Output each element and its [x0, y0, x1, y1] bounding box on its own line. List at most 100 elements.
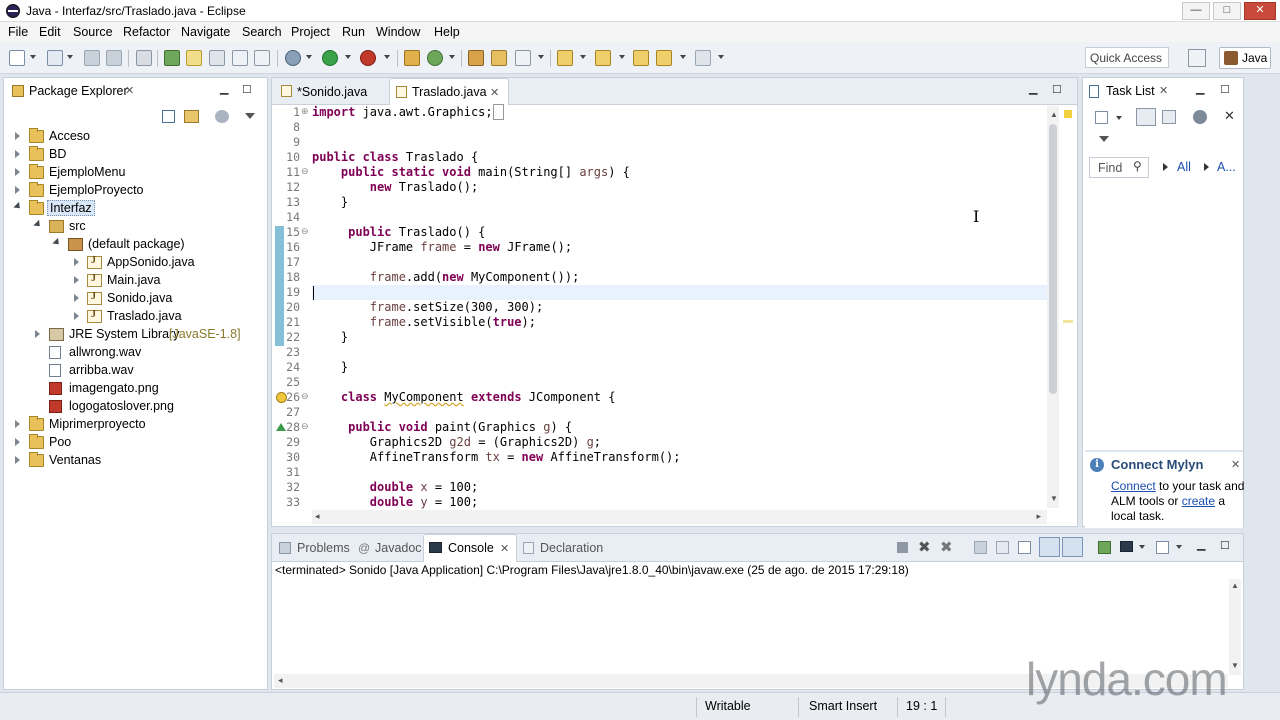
tree-item-arribba-wav[interactable]: arribba.wav	[4, 362, 264, 380]
close-icon[interactable]: ✕	[500, 542, 509, 555]
menu-edit[interactable]: Edit	[39, 25, 61, 39]
expand-icon[interactable]	[74, 294, 79, 302]
link-with-editor-icon[interactable]	[184, 110, 199, 123]
close-icon[interactable]: ✕	[1231, 458, 1240, 471]
terminate-icon[interactable]	[897, 542, 908, 553]
new-task-icon[interactable]	[1095, 111, 1108, 124]
tree-item-src[interactable]: src	[4, 218, 264, 236]
activate-task-link[interactable]: A...	[1217, 160, 1236, 174]
project-dropdown-icon[interactable]	[67, 55, 73, 59]
focus-workweek-icon[interactable]	[1193, 110, 1207, 124]
close-icon[interactable]: ✕	[1159, 84, 1168, 97]
minimize-view-icon[interactable]: ▁	[1197, 538, 1205, 551]
menu-search[interactable]: Search	[242, 25, 282, 39]
run-icon[interactable]	[322, 50, 338, 66]
menu-run[interactable]: Run	[342, 25, 365, 39]
java-perspective-button[interactable]: Java	[1219, 47, 1271, 69]
tree-item-poo[interactable]: Poo	[4, 434, 264, 452]
close-button[interactable]: ✕	[1244, 2, 1276, 20]
external-tools-icon[interactable]	[360, 50, 376, 66]
previous-annotation-dropdown-icon[interactable]	[619, 55, 625, 59]
menu-refactor[interactable]: Refactor	[123, 25, 170, 39]
word-wrap-icon[interactable]	[1018, 541, 1031, 554]
toggle-breakpoint-icon[interactable]	[136, 50, 152, 66]
maximize-view-icon[interactable]: ☐	[1220, 83, 1230, 96]
menu-source[interactable]: Source	[73, 25, 113, 39]
expand-icon[interactable]	[15, 132, 20, 140]
expand-icon[interactable]	[15, 420, 20, 428]
mark-occurrences-icon[interactable]	[186, 50, 202, 66]
open-task-icon[interactable]	[468, 50, 484, 66]
expand-icon[interactable]	[74, 312, 79, 320]
tab-traslado-java[interactable]: Traslado.java ✕	[389, 78, 509, 105]
tree-item-imagengato-png[interactable]: imagengato.png	[4, 380, 264, 398]
editor-vertical-scrollbar[interactable]: ▲ ▼	[1047, 106, 1059, 508]
tree-item-traslado[interactable]: Traslado.java	[4, 308, 264, 326]
last-edit-location-icon[interactable]	[633, 50, 649, 66]
package-explorer-tab-label[interactable]: Package Explorer	[29, 84, 128, 98]
open-perspective-icon[interactable]	[1188, 49, 1206, 67]
menu-file[interactable]: File	[8, 25, 28, 39]
display-console-dropdown-icon[interactable]	[1139, 545, 1145, 549]
forward-icon[interactable]	[695, 50, 711, 66]
tree-item-allwrong-wav[interactable]: allwrong.wav	[4, 344, 264, 362]
tab-declaration[interactable]: Declaration	[519, 536, 609, 560]
search-icon[interactable]: ⚲	[1133, 159, 1142, 173]
tree-item-ejemploproyecto[interactable]: EjemploProyecto	[4, 182, 264, 200]
quick-access-input[interactable]: Quick Access	[1085, 47, 1169, 68]
show-whitespace-icon[interactable]	[209, 50, 225, 66]
menu-project[interactable]: Project	[291, 25, 330, 39]
tree-item-ejemplomenu[interactable]: EjemploMenu	[4, 164, 264, 182]
tab-console[interactable]: Console ✕	[423, 534, 517, 562]
close-icon[interactable]: ✕	[490, 86, 499, 99]
block-selection-icon[interactable]	[232, 50, 248, 66]
collapse-icon[interactable]	[52, 237, 62, 248]
minimize-view-icon[interactable]: ▁	[1029, 82, 1037, 95]
open-folder-icon[interactable]	[491, 50, 507, 66]
pin-console-icon[interactable]	[1098, 541, 1111, 554]
scroll-up-icon[interactable]: ▲	[1050, 110, 1058, 119]
debug-dropdown-icon[interactable]	[306, 55, 312, 59]
tree-item-ventanas[interactable]: Ventanas	[4, 452, 264, 470]
display-selected-console-icon[interactable]	[1120, 541, 1133, 552]
collapse-all-icon[interactable]	[162, 110, 175, 123]
show-console-stderr-icon[interactable]	[1062, 537, 1083, 557]
remove-all-launches-icon[interactable]: ✖	[940, 538, 953, 556]
scroll-left-icon[interactable]: ◂	[278, 675, 283, 686]
next-annotation-dropdown-icon[interactable]	[580, 55, 586, 59]
new-java-project-icon[interactable]	[47, 50, 63, 66]
tree-item-miprimerproyecto[interactable]: Miprimerproyecto	[4, 416, 264, 434]
new-class-dropdown-icon[interactable]	[449, 55, 455, 59]
maximize-view-icon[interactable]: ☐	[242, 83, 252, 96]
new-class-icon[interactable]	[427, 50, 443, 66]
new-icon[interactable]	[9, 50, 25, 66]
expand-icon[interactable]	[15, 168, 20, 176]
debug-icon[interactable]	[285, 50, 301, 66]
remove-launch-icon[interactable]: ✖	[918, 538, 931, 556]
search-dropdown-icon[interactable]	[538, 55, 544, 59]
expand-icon[interactable]	[15, 186, 20, 194]
tree-item-bd[interactable]: BD	[4, 146, 264, 164]
scroll-down-icon[interactable]: ▼	[1050, 494, 1058, 503]
forward-dropdown-icon[interactable]	[718, 55, 724, 59]
new-dropdown-icon[interactable]	[30, 55, 36, 59]
expand-icon[interactable]	[74, 276, 79, 284]
minimize-view-icon[interactable]: ▁	[220, 82, 228, 95]
open-console-icon[interactable]	[1156, 541, 1169, 554]
task-list-tab-label[interactable]: Task List	[1106, 84, 1155, 98]
tree-item-default-package[interactable]: (default package)	[4, 236, 264, 254]
scroll-down-icon[interactable]: ▼	[1231, 661, 1239, 670]
tab-javadoc[interactable]: @ Javadoc	[354, 536, 422, 560]
tree-item-appsonido[interactable]: AppSonido.java	[4, 254, 264, 272]
next-annotation-icon[interactable]	[557, 50, 573, 66]
minimize-button[interactable]: —	[1182, 2, 1210, 20]
tree-item-jre-system-library[interactable]: JRE System Library [JavaSE-1.8]	[4, 326, 264, 344]
all-tasks-link[interactable]: All	[1177, 160, 1191, 174]
open-type-icon[interactable]	[164, 50, 180, 66]
show-console-stdout-icon[interactable]	[1039, 537, 1060, 557]
create-link[interactable]: create	[1182, 494, 1215, 508]
focus-icon[interactable]	[215, 110, 229, 123]
expand-icon[interactable]	[74, 258, 79, 266]
expand-icon[interactable]	[35, 330, 40, 338]
find-input[interactable]: Find ⚲	[1089, 157, 1149, 178]
